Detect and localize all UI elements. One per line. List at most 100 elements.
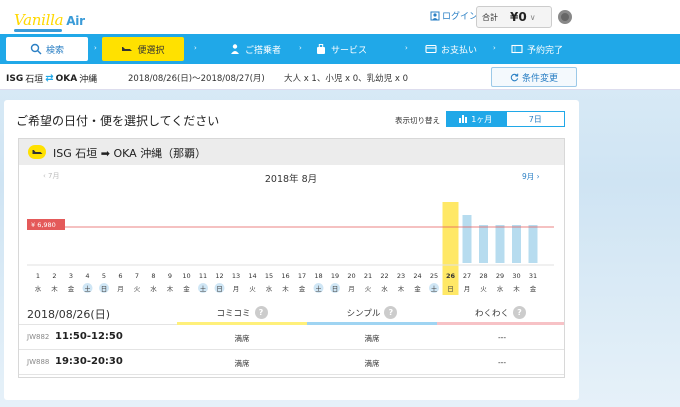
step-search[interactable]: 検索 bbox=[6, 37, 88, 61]
booking-steps: 検索 › 便選択 › ご搭乗者 › サービス › お支払い › 予約完了 bbox=[0, 34, 680, 64]
fare-cell: 満席 bbox=[364, 359, 380, 368]
calendar-weekday-23: 木 bbox=[398, 284, 405, 293]
calendar-day-8[interactable]: 8 bbox=[151, 272, 155, 280]
calendar-weekday-25: 土 bbox=[431, 284, 438, 293]
fare-bar-day-31[interactable] bbox=[528, 225, 538, 263]
calendar-day-20[interactable]: 20 bbox=[347, 272, 355, 280]
step-arrow: › bbox=[405, 44, 408, 52]
calendar-day-24[interactable]: 24 bbox=[413, 272, 421, 280]
calendar-weekday-14: 火 bbox=[249, 285, 256, 293]
toggle-week-label: 7日 bbox=[528, 114, 542, 124]
logo-wordmark: Vanilla Air bbox=[14, 11, 85, 29]
calendar-day-9[interactable]: 9 bbox=[168, 272, 172, 280]
route-dest-name: 沖縄（那覇） bbox=[140, 147, 207, 160]
prev-month-link[interactable]: ‹ 7月 bbox=[43, 172, 59, 180]
calendar-day-2[interactable]: 2 bbox=[52, 272, 56, 280]
fare-bar-day-30[interactable] bbox=[512, 225, 521, 263]
next-month-link[interactable]: 9月 › bbox=[522, 172, 540, 181]
calendar-weekday-15: 水 bbox=[266, 284, 273, 293]
calendar-day-16[interactable]: 16 bbox=[281, 272, 289, 280]
calendar-day-23[interactable]: 23 bbox=[397, 272, 405, 280]
step-label: 便選択 bbox=[137, 45, 165, 56]
flight-row: JW882 11:50-12:50 満席 満席 --- bbox=[19, 325, 564, 350]
calendar-day-18[interactable]: 18 bbox=[314, 272, 322, 280]
total-price-dropdown[interactable]: 合計 ¥0 ∨ bbox=[476, 6, 552, 28]
calendar-day-5[interactable]: 5 bbox=[102, 272, 106, 280]
calendar-day-17[interactable]: 17 bbox=[298, 272, 306, 280]
change-conditions-button[interactable]: 条件変更 bbox=[491, 67, 577, 87]
calendar-day-4[interactable]: 4 bbox=[85, 272, 89, 280]
fare-cell: 満席 bbox=[234, 334, 250, 343]
flight-list: 2018/08/26(日) コミコミ ? シンプル ? わくわく ? JW882… bbox=[19, 299, 564, 375]
calendar-weekday-21: 火 bbox=[365, 285, 372, 293]
calendar-day-13[interactable]: 13 bbox=[232, 272, 240, 280]
step-complete[interactable]: 予約完了 bbox=[506, 37, 568, 61]
calendar-day-21[interactable]: 21 bbox=[364, 272, 372, 280]
vanilla-air-logo[interactable]: Vanilla Air bbox=[6, 5, 96, 32]
refresh-icon bbox=[510, 73, 519, 81]
calendar-day-26[interactable]: 26 bbox=[446, 272, 456, 280]
settings-icon[interactable] bbox=[558, 10, 572, 24]
step-arrow: › bbox=[94, 44, 97, 52]
step-flight-select[interactable]: 便選択 bbox=[102, 37, 184, 61]
calendar-day-30[interactable]: 30 bbox=[512, 272, 520, 280]
help-icon[interactable]: ? bbox=[384, 306, 398, 319]
search-icon bbox=[30, 43, 42, 55]
help-icon[interactable]: ? bbox=[513, 306, 526, 319]
step-payment[interactable]: お支払い bbox=[414, 37, 488, 61]
fare-cell: --- bbox=[497, 358, 507, 367]
calendar-day-22[interactable]: 22 bbox=[380, 272, 388, 280]
calendar-day-28[interactable]: 28 bbox=[479, 272, 487, 280]
fare-type-simple: シンプル ? bbox=[307, 303, 437, 325]
flight-time: 11:50-12:50 bbox=[55, 331, 123, 342]
chevron-down-icon: ∨ bbox=[529, 12, 536, 22]
dest-name: 沖縄 bbox=[79, 75, 98, 85]
calendar-day-29[interactable]: 29 bbox=[496, 272, 504, 280]
step-label: サービス bbox=[330, 45, 367, 56]
calendar-day-3[interactable]: 3 bbox=[69, 272, 73, 280]
login-icon bbox=[430, 11, 440, 20]
person-icon bbox=[230, 44, 239, 54]
step-label: 検索 bbox=[45, 45, 64, 56]
calendar-day-25[interactable]: 25 bbox=[430, 272, 438, 280]
conditions-dates: 2018/08/26(日)〜2018/08/27(月) bbox=[128, 74, 265, 84]
view-toggle: 1ヶ月 7日 bbox=[446, 111, 565, 127]
step-services[interactable]: サービス bbox=[312, 37, 370, 61]
conditions-passengers: 大人 x 1、小児 x 0、乳幼児 x 0 bbox=[284, 74, 409, 84]
calendar-day-12[interactable]: 12 bbox=[215, 272, 223, 280]
fare-type-label: シンプル bbox=[346, 308, 381, 319]
calendar-day-19[interactable]: 19 bbox=[331, 272, 339, 280]
fare-bar-day-29[interactable] bbox=[495, 225, 505, 263]
calendar-day-11[interactable]: 11 bbox=[199, 272, 207, 280]
step-arrow: › bbox=[299, 44, 302, 52]
route-title: ISG 石垣 ➡ OKA 沖縄（那覇） bbox=[53, 145, 206, 161]
calendar-weekday-31: 金 bbox=[530, 284, 537, 293]
calendar-day-6[interactable]: 6 bbox=[118, 272, 122, 280]
toggle-month-view[interactable]: 1ヶ月 bbox=[446, 111, 506, 127]
help-icon[interactable]: ? bbox=[254, 306, 268, 319]
fare-bar-day-27[interactable] bbox=[462, 215, 472, 263]
flight-time: 19:30-20:30 bbox=[55, 356, 123, 367]
login-label: ログイン bbox=[442, 12, 479, 22]
calendar-weekday-10: 金 bbox=[183, 284, 190, 293]
calendar-day-1[interactable]: 1 bbox=[36, 272, 40, 280]
calendar-day-14[interactable]: 14 bbox=[248, 272, 256, 280]
calendar-day-10[interactable]: 10 bbox=[182, 272, 190, 280]
route-dest-code: OKA bbox=[113, 147, 137, 160]
arrow-right-icon: ➡ bbox=[100, 147, 110, 160]
conditions-route: ISG 石垣 ⇄ OKA 沖縄 bbox=[6, 72, 97, 85]
ticket-icon bbox=[511, 44, 523, 54]
calendar-day-15[interactable]: 15 bbox=[265, 272, 273, 280]
step-passengers[interactable]: ご搭乗者 bbox=[210, 37, 300, 61]
calendar-day-7[interactable]: 7 bbox=[135, 272, 139, 280]
total-amount: ¥0 bbox=[510, 10, 527, 24]
flight-row: JW888 19:30-20:30 満席 満席 --- bbox=[19, 350, 564, 375]
toggle-month-label: 1ヶ月 bbox=[471, 114, 493, 124]
toggle-week-view[interactable]: 7日 bbox=[505, 111, 565, 127]
plane-icon bbox=[28, 145, 46, 159]
calendar-day-27[interactable]: 27 bbox=[463, 272, 471, 280]
calendar-weekday-4: 土 bbox=[84, 284, 91, 293]
login-link[interactable]: ログイン bbox=[430, 9, 478, 22]
fare-bar-day-28[interactable] bbox=[479, 225, 488, 263]
calendar-day-31[interactable]: 31 bbox=[529, 272, 537, 280]
